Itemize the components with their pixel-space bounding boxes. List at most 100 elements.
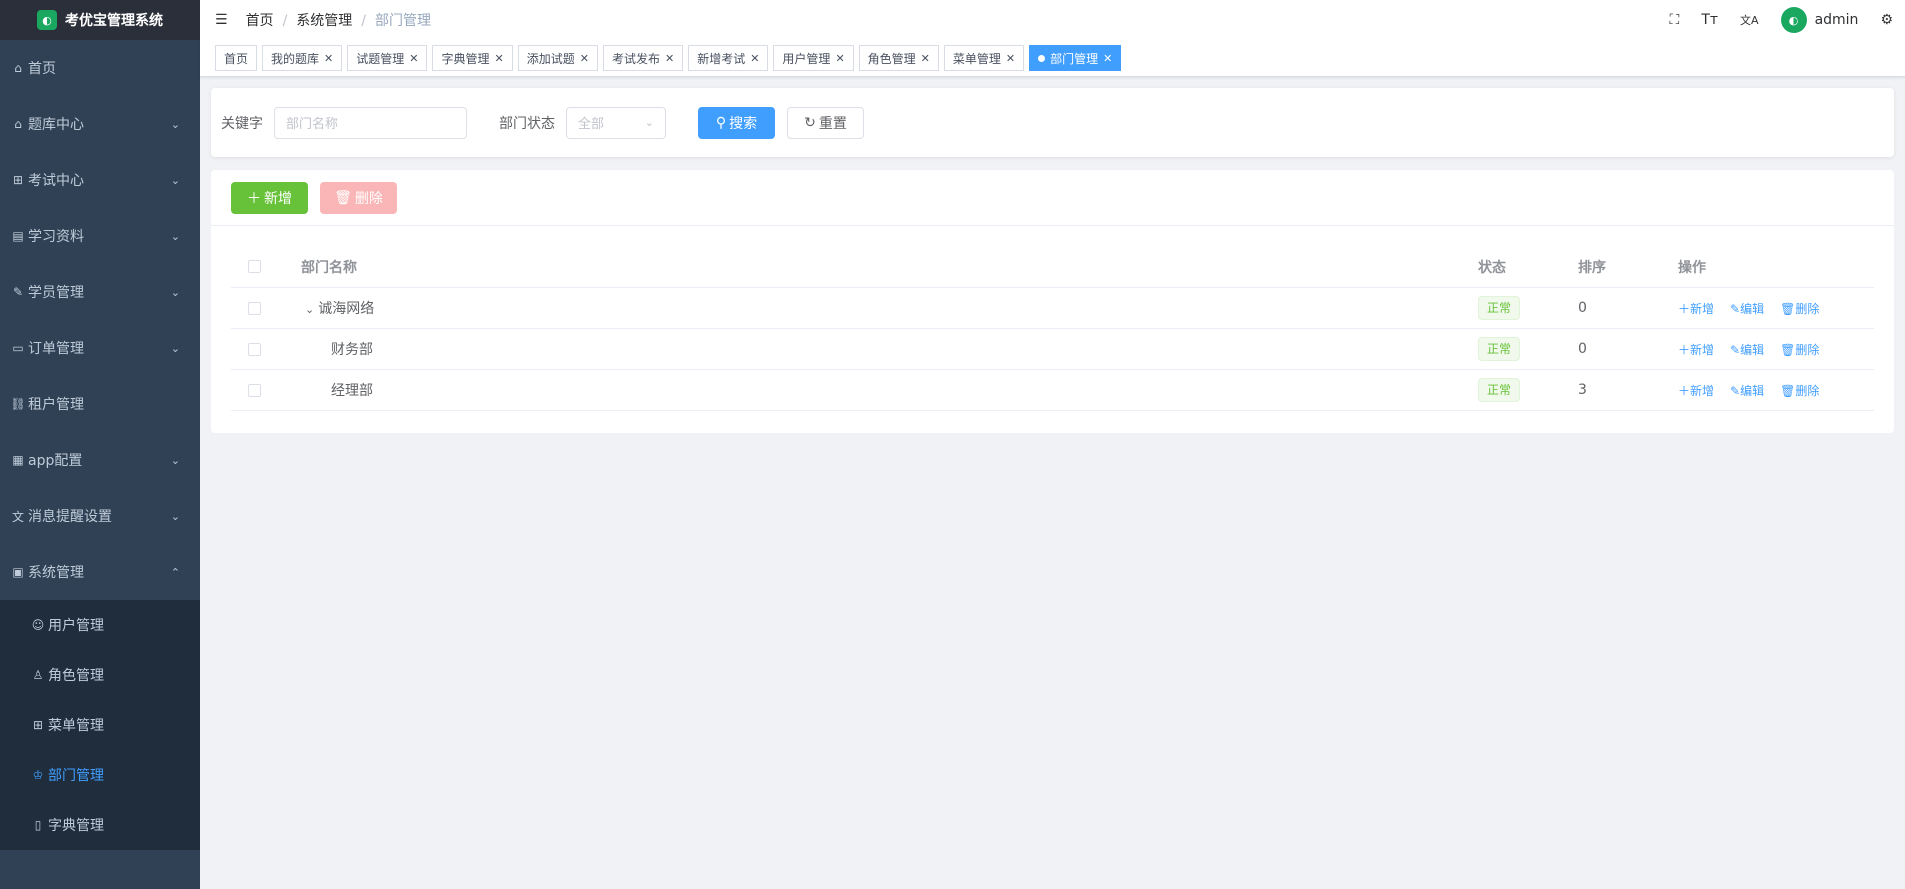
sidebar-subitem-1[interactable]: ♙ 角色管理 — [0, 650, 200, 700]
close-icon[interactable]: ✕ — [665, 52, 674, 65]
toolbar: ＋新增 🗑 删除 — [211, 170, 1894, 226]
header-name: 部门名称 — [301, 259, 357, 276]
sidebar: ◐ 考优宝管理系统 ⌂ 首页 ⌂ 题库中心 ⌄ ⊞ 考试中心 ⌄ ▤ 学习资料 ⌄ ✎ 学员管理 ⌄ ▭ 订单… — [0, 0, 200, 889]
keyword-input[interactable]: 部门名称 — [274, 106, 467, 139]
settings-icon[interactable]: ⚙ — [1880, 12, 1893, 28]
close-icon[interactable]: ✕ — [580, 52, 589, 65]
sidebar-item-label: 学员管理 — [28, 285, 84, 301]
fullscreen-icon[interactable]: ⛶ — [1670, 12, 1680, 28]
row-checkbox[interactable] — [248, 342, 261, 356]
sidebar-subitem-4[interactable]: ▯ 字典管理 — [0, 800, 200, 850]
tag-9[interactable]: 菜单管理 ✕ — [943, 45, 1025, 71]
header-status: 状态 — [1478, 259, 1506, 276]
table-header: 部门名称 状态 排序 操作 — [231, 246, 1874, 288]
tag-1[interactable]: 我的题库 ✕ — [262, 45, 343, 71]
breadcrumb-item-home[interactable]: 首页 — [246, 13, 274, 29]
row-edit-button[interactable]: ✎编辑 — [1730, 341, 1764, 358]
plus-icon: ＋ — [1678, 383, 1691, 398]
edit-icon: ✎ — [1730, 301, 1741, 316]
tag-label: 菜单管理 — [952, 51, 1001, 66]
row-delete-button[interactable]: 🗑删除 — [1780, 300, 1819, 317]
tag-5[interactable]: 考试发布 ✕ — [602, 45, 684, 71]
tags-view: 首页 我的题库 ✕ 试题管理 ✕ 字典管理 ✕ 添加试题 ✕ 考试发布 ✕ 新增考试 ✕ 用户管理 ✕ 角色管… — [200, 40, 1905, 77]
chevron-icon: ⌄ — [170, 509, 180, 523]
add-button-label: 新增 — [264, 190, 292, 207]
status-select[interactable]: 全部 ⌄ — [566, 106, 666, 139]
row-edit-label: 编辑 — [1740, 383, 1765, 398]
sidebar-item-6[interactable]: ⛓ 租户管理 — [0, 376, 200, 432]
tag-2[interactable]: 试题管理 ✕ — [347, 45, 428, 71]
table-card: ＋新增 🗑 删除 部门名称 状态 排序 操作 ⌄ 诚海网络 正常 0 ＋新增 ✎编辑… — [211, 170, 1894, 433]
close-icon[interactable]: ✕ — [409, 52, 418, 65]
main-area: ☰ 首页 / 系统管理 / 部门管理 ⛶ Tт 文A ◐ admin ⚙ 首页 我的题库 ✕… — [200, 0, 1905, 889]
language-icon[interactable]: 文A — [1740, 12, 1759, 28]
row-edit-label: 编辑 — [1740, 342, 1765, 357]
sidebar-item-label: 考试中心 — [28, 173, 84, 189]
tag-10[interactable]: 部门管理 ✕ — [1029, 45, 1122, 71]
reset-button[interactable]: ↻ 重置 — [787, 106, 864, 139]
sidebar-subitem-2[interactable]: ⊞ 菜单管理 — [0, 700, 200, 750]
sidebar-item-9[interactable]: ▣ 系统管理 ⌃ — [0, 544, 200, 600]
sidebar-subitem-0[interactable]: ☺ 用户管理 — [0, 600, 200, 650]
select-all-checkbox[interactable] — [248, 260, 261, 273]
close-icon[interactable]: ✕ — [495, 52, 504, 65]
sort-value: 0 — [1578, 300, 1587, 316]
sidebar-item-0[interactable]: ⌂ 首页 — [0, 40, 200, 96]
add-button[interactable]: ＋新增 — [231, 181, 308, 214]
row-add-button[interactable]: ＋新增 — [1678, 341, 1714, 358]
sidebar-item-1[interactable]: ⌂ 题库中心 ⌄ — [0, 96, 200, 152]
row-add-button[interactable]: ＋新增 — [1678, 300, 1714, 317]
sort-value: 3 — [1578, 382, 1587, 398]
row-checkbox[interactable] — [248, 301, 261, 315]
sidebar-item-7[interactable]: ▦ app配置 ⌄ — [0, 432, 200, 488]
trash-icon: 🗑 — [1780, 383, 1796, 398]
row-edit-button[interactable]: ✎编辑 — [1730, 300, 1764, 317]
chevron-icon: ⌄ — [170, 117, 180, 131]
sidebar-item-4[interactable]: ✎ 学员管理 ⌄ — [0, 264, 200, 320]
sidebar-item-label: 学习资料 — [28, 229, 84, 245]
app-logo[interactable]: ◐ 考优宝管理系统 — [0, 0, 200, 40]
close-icon[interactable]: ✕ — [921, 52, 930, 65]
close-icon[interactable]: ✕ — [1006, 52, 1015, 65]
delete-button[interactable]: 🗑 删除 — [320, 181, 397, 214]
row-add-button[interactable]: ＋新增 — [1678, 382, 1714, 399]
tag-label: 考试发布 — [611, 51, 660, 66]
tag-0[interactable]: 首页 — [215, 45, 258, 71]
tag-7[interactable]: 用户管理 ✕ — [773, 45, 854, 71]
tag-8[interactable]: 角色管理 ✕ — [858, 45, 939, 71]
sidebar-item-8[interactable]: 文消息提醒设置 ⌄ — [0, 488, 200, 544]
header-sort: 排序 — [1578, 259, 1606, 276]
sidebar-item-2[interactable]: ⊞ 考试中心 ⌄ — [0, 152, 200, 208]
row-delete-button[interactable]: 🗑删除 — [1780, 341, 1819, 358]
chevron-icon: ⌄ — [170, 341, 180, 355]
chevron-icon: ⌄ — [170, 173, 180, 187]
sidebar-item-label: 题库中心 — [28, 117, 84, 133]
row-edit-label: 编辑 — [1740, 301, 1765, 316]
home-icon: ⌂ — [14, 61, 22, 75]
row-add-label: 新增 — [1690, 342, 1715, 357]
sidebar-subitem-3[interactable]: ♔ 部门管理 — [0, 750, 200, 800]
close-icon[interactable]: ✕ — [1103, 52, 1112, 65]
close-icon[interactable]: ✕ — [324, 52, 333, 65]
hamburger-icon[interactable]: ☰ — [215, 12, 228, 28]
breadcrumb-item-system[interactable]: 系统管理 — [296, 13, 352, 29]
expand-icon[interactable]: ⌄ — [305, 303, 314, 316]
tag-4[interactable]: 添加试题 ✕ — [517, 45, 598, 71]
font-size-icon[interactable]: Tт — [1701, 12, 1718, 28]
user-menu[interactable]: ◐ admin — [1780, 7, 1858, 33]
search-button[interactable]: ⚲ 搜索 — [698, 106, 775, 139]
tag-6[interactable]: 新增考试 ✕ — [688, 45, 769, 71]
peoples-icon: ♙ — [32, 668, 44, 682]
tag-label: 首页 — [224, 51, 249, 66]
row-checkbox[interactable] — [248, 383, 261, 397]
sidebar-item-5[interactable]: ▭ 订单管理 ⌄ — [0, 320, 200, 376]
row-delete-button[interactable]: 🗑删除 — [1780, 382, 1819, 399]
row-edit-button[interactable]: ✎编辑 — [1730, 382, 1764, 399]
close-icon[interactable]: ✕ — [750, 52, 759, 65]
tag-label: 部门管理 — [1050, 51, 1099, 66]
close-icon[interactable]: ✕ — [835, 52, 844, 65]
app-title: 考优宝管理系统 — [65, 13, 163, 29]
tag-3[interactable]: 字典管理 ✕ — [432, 45, 513, 71]
sidebar-item-3[interactable]: ▤ 学习资料 ⌄ — [0, 208, 200, 264]
plus-icon: ＋ — [1678, 301, 1691, 316]
